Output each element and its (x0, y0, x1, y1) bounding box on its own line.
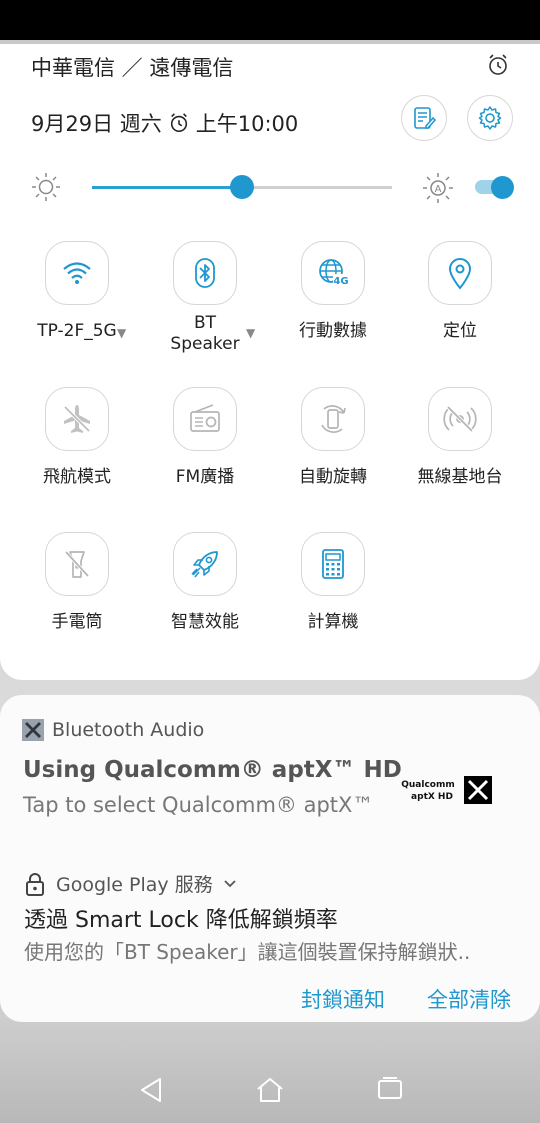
toggle-knob (491, 176, 514, 199)
notification-card (0, 695, 540, 1022)
tile-wifi[interactable]: TP-2F_5G (22, 241, 132, 361)
settings-button[interactable] (467, 95, 513, 141)
tile-flashlight[interactable]: 手電筒 (22, 532, 132, 652)
tile-bluetooth[interactable]: BT Speaker (150, 241, 260, 361)
hotspot-icon (443, 405, 477, 433)
tile-flashlight-label: 手電筒 (51, 612, 103, 632)
tile-wifi-button[interactable] (45, 241, 109, 305)
qualcomm-aptx-hd-logo: Qualcomm aptX HD (401, 776, 492, 804)
notification-gplay-text[interactable]: 使用您的「BT Speaker」讓這個裝置保持解鎖狀.. (24, 936, 470, 965)
wifi-icon (63, 262, 91, 284)
calculator-icon (322, 549, 344, 579)
notification-gplay-app-name: Google Play 服務 (56, 874, 213, 896)
alarm-icon (489, 54, 507, 75)
tile-smart-performance-label: 智慧效能 (171, 612, 239, 632)
tile-location-label: 定位 (443, 321, 477, 341)
tile-calculator-button[interactable] (301, 532, 365, 596)
notification-gplay-title[interactable]: 透過 Smart Lock 降低解鎖頻率 (24, 902, 338, 934)
tile-calculator[interactable]: 計算機 (278, 532, 388, 652)
tile-fm-radio-button[interactable] (173, 387, 237, 451)
auto-brightness-icon: A (423, 173, 453, 203)
tile-mobile-data-button[interactable]: 4G (301, 241, 365, 305)
date-alarm-row: 9月29日 週六 上午10:00 (31, 108, 298, 138)
block-notifications-button[interactable]: 封鎖通知 (301, 984, 385, 1014)
tile-mobile-data-label: 行動數據 (299, 321, 367, 341)
tile-location-button[interactable] (428, 241, 492, 305)
alarm-time-label: 上午10:00 (195, 112, 299, 136)
rocket-icon (191, 551, 218, 578)
svg-text:4G: 4G (333, 276, 348, 287)
tile-airplane[interactable]: 飛航模式 (22, 387, 132, 507)
gear-icon (478, 106, 502, 130)
tile-airplane-button[interactable] (45, 387, 109, 451)
auto-rotate-icon (321, 405, 346, 433)
tile-hotspot-label: 無線基地台 (417, 467, 503, 487)
date-label: 9月29日 週六 (31, 112, 162, 136)
radio-icon (190, 404, 220, 432)
clear-all-button[interactable]: 全部清除 (427, 984, 511, 1014)
tile-mobile-data[interactable]: 4G 行動數據 (278, 241, 388, 361)
tile-calculator-label: 計算機 (307, 612, 359, 632)
notification-bt-header[interactable]: Bluetooth Audio (22, 719, 204, 741)
airplane-icon (63, 405, 91, 433)
notification-bt-title[interactable]: Using Qualcomm® aptX™ HD (23, 757, 402, 783)
tile-smart-performance[interactable]: 智慧效能 (150, 532, 260, 652)
wifi-dropdown-caret[interactable]: ▼ (117, 326, 126, 340)
tile-hotspot[interactable]: 無線基地台 (405, 387, 515, 507)
mobile-data-4g-icon: 4G (319, 259, 349, 287)
brightness-low-icon (32, 173, 60, 201)
svg-text:aptX HD: aptX HD (411, 792, 453, 802)
tile-bluetooth-button[interactable] (173, 241, 237, 305)
recent-apps-icon[interactable] (376, 1076, 404, 1102)
svg-text:Qualcomm: Qualcomm (401, 780, 455, 790)
tile-bluetooth-label: BT Speaker (170, 313, 240, 354)
tile-auto-rotate[interactable]: 自動旋轉 (278, 387, 388, 507)
chevron-down-icon[interactable] (223, 879, 237, 889)
tile-smart-performance-button[interactable] (173, 532, 237, 596)
home-icon[interactable] (255, 1076, 285, 1104)
notification-bt-text[interactable]: Tap to select Qualcomm® aptX™ (23, 793, 373, 817)
tile-fm-radio-label: FM廣播 (175, 467, 235, 487)
tile-flashlight-button[interactable] (45, 532, 109, 596)
bluetooth-dropdown-caret[interactable]: ▼ (246, 326, 255, 340)
tile-location[interactable]: 定位 (405, 241, 515, 361)
brightness-slider-fill (92, 186, 242, 189)
edit-list-icon (414, 107, 437, 129)
tile-auto-rotate-button[interactable] (301, 387, 365, 451)
tile-wifi-label: TP-2F_5G (37, 321, 117, 341)
brightness-slider-thumb[interactable] (230, 175, 254, 199)
notification-bt-app-name: Bluetooth Audio (52, 719, 205, 741)
auto-brightness-toggle[interactable] (475, 176, 515, 199)
tile-hotspot-button[interactable] (428, 387, 492, 451)
bluetooth-icon (195, 258, 215, 288)
brightness-row: A (0, 168, 540, 208)
aptx-app-icon (22, 719, 44, 741)
tile-auto-rotate-label: 自動旋轉 (299, 467, 367, 487)
carrier-label: 中華電信 ／ 遠傳電信 (31, 56, 234, 80)
alarm-clock-icon (170, 113, 187, 133)
lock-icon (26, 872, 44, 896)
svg-text:A: A (435, 184, 442, 195)
flashlight-icon (64, 550, 90, 578)
edit-tiles-button[interactable] (401, 95, 447, 141)
navigation-bar (0, 1060, 540, 1120)
tile-airplane-label: 飛航模式 (43, 467, 111, 487)
tile-fm-radio[interactable]: FM廣播 (150, 387, 260, 507)
location-icon (448, 258, 472, 290)
notification-gplay-header[interactable]: Google Play 服務 (24, 870, 237, 897)
back-icon[interactable] (138, 1076, 164, 1104)
